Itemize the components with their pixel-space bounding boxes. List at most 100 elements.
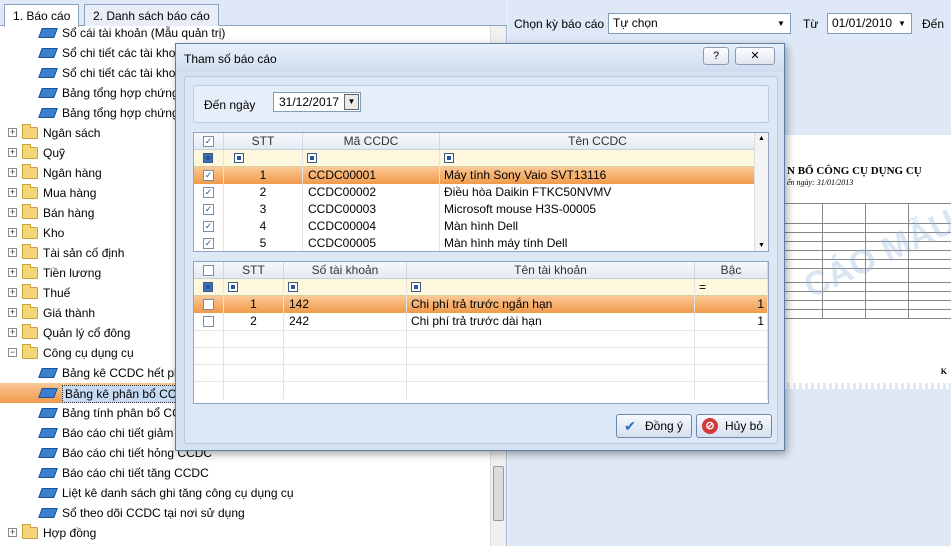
filter-icon[interactable] — [288, 282, 298, 292]
level-cell: 1 — [695, 313, 768, 330]
folder-icon — [22, 124, 38, 139]
tree-node-label: Ngân sách — [43, 126, 101, 140]
report-parameters-dialog: Tham số báo cáo ? ✕ Đến ngày 31/12/2017 … — [175, 43, 785, 451]
report-book-icon — [38, 28, 58, 38]
row-checkbox[interactable]: ✓ — [203, 204, 214, 215]
to-label: Đến — [922, 17, 945, 31]
from-date-select[interactable]: 01/01/2010 ▼ — [827, 13, 912, 34]
tree-node[interactable]: Sổ theo dõi CCDC tại nơi sử dụng — [0, 503, 490, 523]
account-name-cell: Chi phí trả trước dài hạn — [407, 313, 695, 330]
tree-node[interactable]: Báo cáo chi tiết tăng CCDC — [0, 463, 490, 483]
row-checkbox[interactable]: ✓ — [203, 170, 214, 181]
expand-icon[interactable]: + — [8, 168, 17, 177]
empty-row — [194, 364, 768, 382]
col-account-name: Tên tài khoản — [407, 262, 695, 279]
scrollbar-thumb[interactable] — [493, 466, 504, 521]
expand-icon[interactable]: + — [8, 248, 17, 257]
filter-icon[interactable] — [203, 153, 213, 163]
report-book-icon — [38, 48, 58, 58]
tool-row[interactable]: ✓ 2 CCDC00002 Điều hòa Daikin FTKC50NVMV — [194, 184, 756, 201]
account-name-cell: Chi phí trả trước ngắn hạn — [407, 296, 695, 313]
expand-icon[interactable]: + — [8, 148, 17, 157]
tree-node-label: Báo cáo chi tiết giảm C — [62, 426, 186, 440]
col-stt: STT — [224, 262, 284, 279]
expand-icon[interactable]: + — [8, 268, 17, 277]
period-label: Chọn kỳ báo cáo — [514, 17, 605, 31]
folder-icon — [22, 224, 38, 239]
select-all-checkbox[interactable] — [203, 265, 214, 276]
tool-row[interactable]: ✓ 1 CCDC00001 Máy tính Sony Vaio SVT13116 — [194, 167, 756, 184]
ok-button[interactable]: ✔ Đồng ý — [616, 414, 692, 438]
expand-icon[interactable]: + — [8, 188, 17, 197]
tool-row[interactable]: ✓ 3 CCDC00003 Microsoft mouse H3S-00005 — [194, 201, 756, 218]
account-row[interactable]: 2 242 Chi phí trả trước dài hạn 1 — [194, 313, 768, 330]
expand-icon[interactable]: + — [8, 128, 17, 137]
account-row[interactable]: 1 142 Chi phí trả trước ngắn hạn 1 — [194, 296, 768, 313]
account-number-cell: 142 — [284, 296, 407, 313]
row-checkbox[interactable] — [203, 299, 214, 310]
date-label: Đến ngày — [204, 98, 256, 112]
tree-node-label: Quỹ — [43, 146, 66, 160]
tab-strip: 1. Báo cáo 2. Danh sách báo cáo — [0, 0, 507, 27]
tree-node[interactable]: Liệt kê danh sách ghi tăng công cụ dụng … — [0, 483, 490, 503]
help-icon: ? — [712, 50, 720, 62]
filter-icon[interactable] — [307, 153, 317, 163]
filter-icon[interactable] — [228, 282, 238, 292]
tools-scrollbar[interactable]: ▲ ▼ — [754, 133, 768, 251]
stt-cell: 5 — [224, 235, 303, 251]
collapse-icon[interactable]: − — [8, 348, 17, 357]
report-book-icon — [38, 408, 58, 418]
date-picker[interactable]: 31/12/2017 ▼ — [273, 92, 361, 112]
row-checkbox[interactable]: ✓ — [203, 221, 214, 232]
close-icon: ✕ — [750, 50, 760, 62]
ok-label: Đồng ý — [645, 419, 684, 433]
tools-grid: ✓ STT Mã CCDC Tên CCDC ✓ 1 CCDC00001 Máy tí… — [193, 132, 769, 252]
row-checkbox[interactable]: ✓ — [203, 238, 214, 249]
tree-node-label: Quản lý cổ đông — [43, 326, 131, 340]
filter-icon[interactable] — [203, 282, 213, 292]
tree-node-label: Bảng tính phân bổ CCD — [62, 406, 190, 420]
expand-icon[interactable]: + — [8, 308, 17, 317]
tree-node-label: Ngân hàng — [43, 166, 102, 180]
period-select[interactable]: Tự chọn ▼ — [608, 13, 791, 34]
expand-icon[interactable]: + — [8, 288, 17, 297]
tree-node[interactable]: Sổ cái tài khoản (Mẫu quản trị) — [0, 26, 490, 43]
tool-code-cell: CCDC00005 — [303, 235, 440, 251]
tree-node-label: Báo cáo chi tiết tăng CCDC — [62, 466, 209, 480]
tool-code-cell: CCDC00001 — [303, 167, 440, 184]
scroll-down-icon[interactable]: ▼ — [755, 242, 768, 249]
filter-icon[interactable] — [411, 282, 421, 292]
tree-node-label: Tài sản cố định — [43, 246, 125, 260]
expand-icon[interactable]: + — [8, 528, 17, 537]
report-book-icon — [38, 88, 58, 98]
scroll-up-icon[interactable]: ▲ — [755, 135, 768, 142]
expand-icon[interactable]: + — [8, 228, 17, 237]
tool-row[interactable]: ✓ 4 CCDC00004 Màn hình Dell — [194, 218, 756, 235]
row-checkbox[interactable] — [203, 316, 214, 327]
tree-node[interactable]: + Hợp đồng — [0, 523, 490, 543]
expand-icon[interactable]: + — [8, 208, 17, 217]
tab-reports[interactable]: 1. Báo cáo — [4, 4, 80, 27]
close-button[interactable]: ✕ — [735, 47, 775, 65]
tree-node-label: Mua hàng — [43, 186, 97, 200]
tool-row[interactable]: ✓ 5 CCDC00005 Màn hình máy tính Dell — [194, 235, 756, 251]
select-all-checkbox[interactable]: ✓ — [203, 136, 214, 147]
row-checkbox[interactable]: ✓ — [203, 187, 214, 198]
tab-report-list[interactable]: 2. Danh sách báo cáo — [84, 4, 219, 26]
level-filter-operator[interactable]: = — [695, 279, 768, 296]
period-value: Tự chọn — [613, 16, 658, 30]
tree-node-label: Bán hàng — [43, 206, 95, 220]
expand-icon[interactable]: + — [8, 328, 17, 337]
chevron-down-icon[interactable]: ▼ — [344, 94, 359, 110]
help-button[interactable]: ? — [703, 47, 729, 65]
tree-node-label: Sổ cái tài khoản (Mẫu quản trị) — [62, 26, 226, 40]
filter-icon[interactable] — [234, 153, 244, 163]
cancel-button[interactable]: ⊘ Hủy bỏ — [696, 414, 772, 438]
report-book-icon — [38, 508, 58, 518]
checkmark-icon: ✔ — [624, 418, 636, 434]
filter-icon[interactable] — [444, 153, 454, 163]
tree-node-label: Giá thành — [43, 306, 96, 320]
from-label: Từ — [803, 17, 819, 31]
stt-cell: 3 — [224, 201, 303, 218]
report-book-icon — [38, 68, 58, 78]
